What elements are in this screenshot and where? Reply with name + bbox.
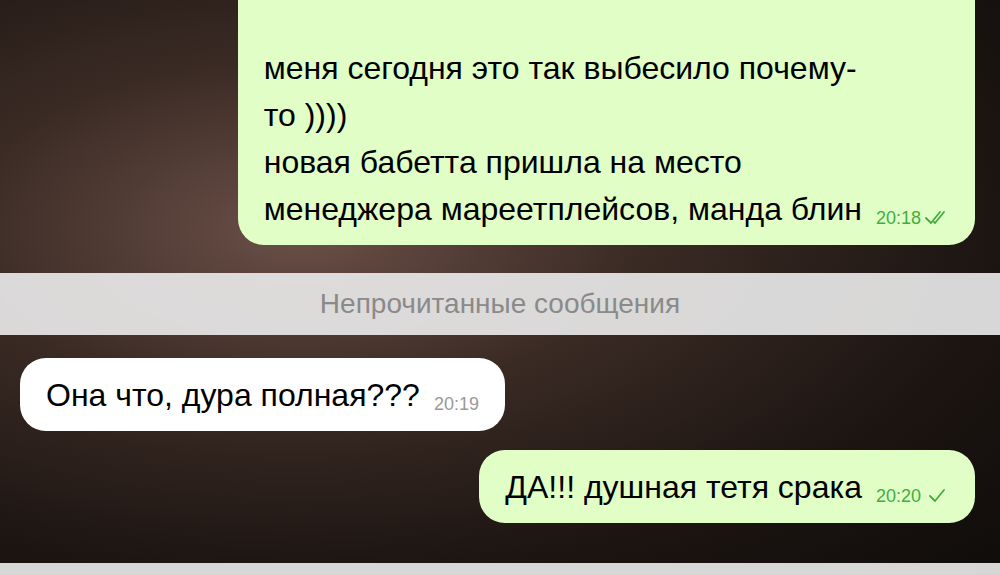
incoming-message[interactable]: Она что, дура полная??? 20:19	[20, 358, 505, 431]
message-text: меня сегодня это так выбесило почему-то …	[264, 45, 862, 233]
message-time: 20:18	[876, 207, 921, 229]
message-meta: 20:18	[876, 207, 949, 233]
message-line: меня сегодня это так выбесило почему-	[264, 45, 862, 92]
message-row: ДА!!! душная тетя срака 20:20	[0, 450, 1000, 523]
message-text: Она что, дура полная???	[46, 372, 420, 419]
message-text: ДА!!! душная тетя срака	[505, 464, 862, 511]
outgoing-message[interactable]: меня сегодня это так выбесило почему-то …	[238, 0, 975, 245]
chat-area: меня сегодня это так выбесило почему-то …	[0, 0, 1000, 575]
message-line: ДА!!! душная тетя срака	[505, 464, 862, 511]
message-line: то ))))	[264, 92, 862, 139]
message-row: Она что, дура полная??? 20:19	[0, 358, 1000, 431]
message-line: Она что, дура полная???	[46, 372, 420, 419]
message-time: 20:20	[876, 485, 921, 507]
unread-divider: Непрочитанные сообщения	[0, 273, 1000, 335]
message-line: новая бабетта пришла на место	[264, 139, 862, 186]
message-meta: 20:19	[434, 393, 479, 419]
double-check-icon	[925, 210, 949, 226]
message-line: менеджера мареетплейсов, манда блин	[264, 186, 862, 233]
message-row: меня сегодня это так выбесило почему-то …	[0, 0, 1000, 245]
message-time: 20:19	[434, 393, 479, 415]
message-meta: 20:20	[876, 485, 949, 511]
bottom-strip	[0, 563, 1000, 575]
outgoing-message[interactable]: ДА!!! душная тетя срака 20:20	[479, 450, 975, 523]
check-icon	[925, 488, 949, 504]
